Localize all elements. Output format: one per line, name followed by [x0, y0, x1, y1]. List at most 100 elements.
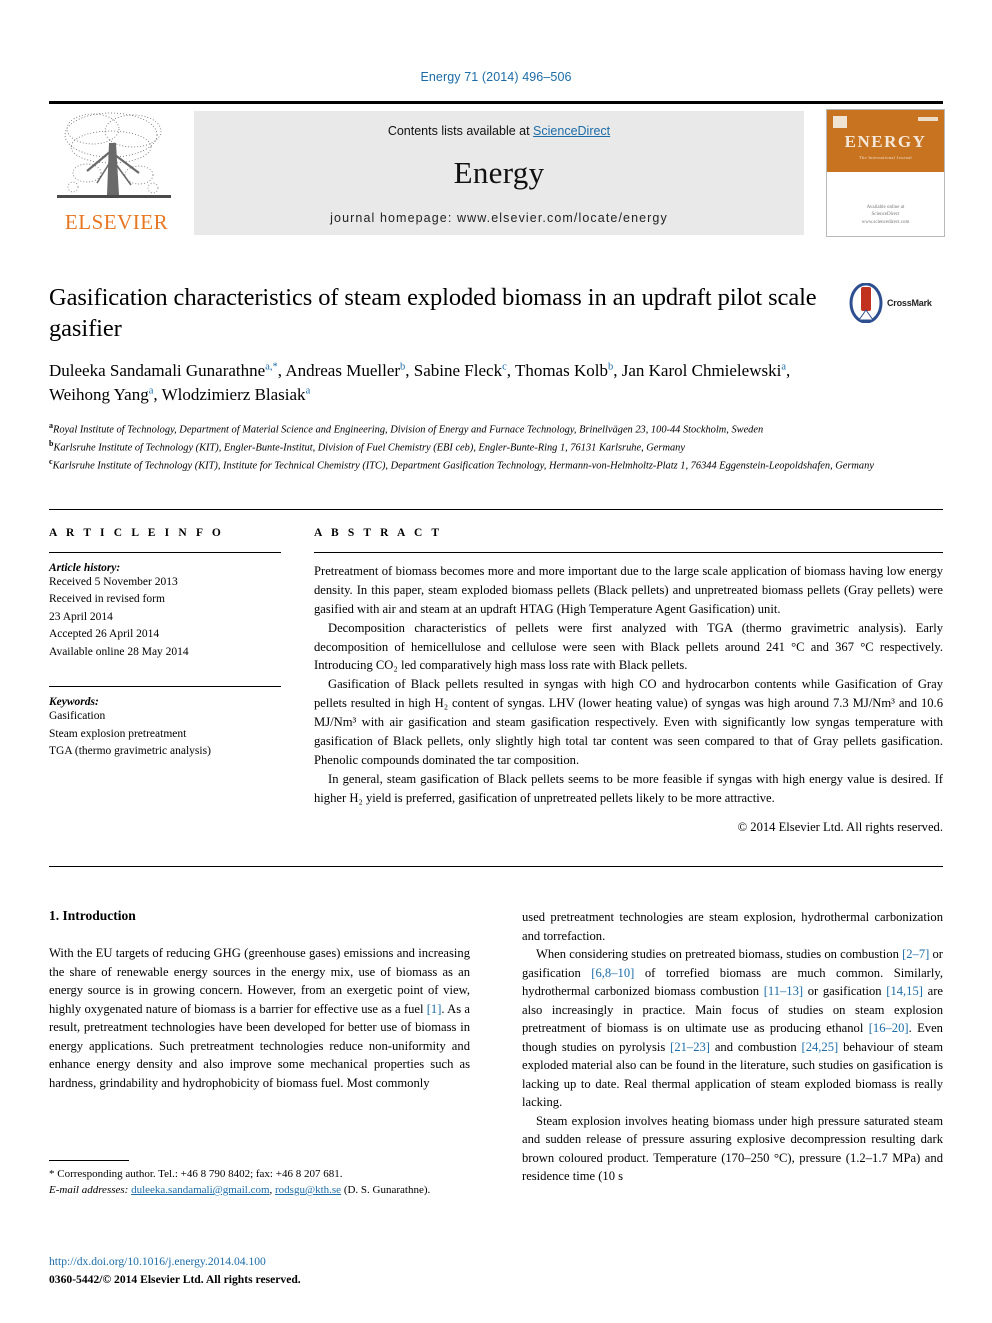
keywords-divider [49, 686, 281, 688]
elsevier-logo: ELSEVIER [49, 109, 184, 235]
cover-barcode-icon [918, 117, 938, 121]
cover-masthead-icon [833, 116, 847, 128]
body-paragraph: used pretreatment technologies are steam… [522, 910, 943, 943]
abstract-paragraph: Gasification of Black pellets resulted i… [314, 677, 943, 767]
author-list: Duleeka Sandamali Gunarathnea,*, Andreas… [49, 360, 791, 405]
abstract-paragraph: Decomposition characteristics of pellets… [314, 620, 943, 673]
tree-drawing [57, 112, 171, 198]
affiliation-text: Karlsruhe Institute of Technology (KIT),… [52, 460, 874, 472]
section-heading-introduction: 1. Introduction [49, 908, 136, 923]
author-marks: a [305, 385, 311, 397]
info-abstract-top-rule [49, 509, 943, 510]
history-item: Received 5 November 2013 [49, 576, 178, 588]
author-marks: a [781, 361, 786, 373]
author-marks: a,* [265, 361, 278, 373]
affiliation-text: Royal Institute of Technology, Departmen… [53, 424, 764, 436]
journal-contents-box: Contents lists available at ScienceDirec… [194, 111, 804, 235]
footnote-block: * Corresponding author. Tel.: +46 8 790 … [49, 1160, 470, 1199]
body-column-right: used pretreatment technologies are steam… [522, 908, 943, 1186]
citation-ref[interactable]: [24,25] [802, 1040, 839, 1054]
footnote-rule [49, 1160, 129, 1161]
author-item: Weihong Yanga [49, 385, 153, 404]
citation-ref[interactable]: [11–13] [764, 984, 803, 998]
article-info-divider [49, 552, 281, 553]
citation-ref[interactable]: [1] [427, 1002, 442, 1016]
author-name: Weihong Yang [49, 385, 149, 405]
body-top-rule [49, 866, 943, 867]
crossmark-icon [849, 283, 883, 323]
author-name: Sabine Fleck [413, 360, 503, 380]
email-owner: (D. S. Gunarathne). [343, 1183, 431, 1196]
author-marks: b [400, 361, 406, 373]
email-addresses-note: E-mail addresses: duleeka.sandamali@gmai… [49, 1183, 431, 1196]
journal-homepage-link[interactable]: journal homepage: www.elsevier.com/locat… [194, 211, 804, 225]
keywords-label: Keywords: [49, 696, 99, 709]
body-column-left: 1. Introduction With the EU targets of r… [49, 908, 470, 1092]
email-link-primary[interactable]: duleeka.sandamali@gmail.com [131, 1184, 269, 1196]
affiliation-list: aRoyal Institute of Technology, Departme… [49, 420, 929, 475]
cover-credit-line2: ScienceDirect [871, 212, 900, 217]
journal-name: Energy [453, 155, 545, 190]
author-name: Duleeka Sandamali Gunarathne [49, 360, 266, 380]
history-item: Available online 28 May 2014 [49, 645, 189, 658]
keyword-item: TGA (thermo gravimetric analysis) [49, 745, 211, 758]
crossmark-label: CrossMark [887, 298, 932, 308]
body-columns: 1. Introduction With the EU targets of r… [49, 908, 943, 1298]
abstract-copyright: © 2014 Elsevier Ltd. All rights reserved… [737, 819, 943, 834]
journal-cover-thumbnail[interactable]: ENERGY The International Journal Availab… [826, 109, 945, 237]
author-name: Jan Karol Chmielewski [621, 360, 782, 380]
doi-link[interactable]: http://dx.doi.org/10.1016/j.energy.2014.… [49, 1253, 549, 1271]
author-name: Wlodzimierz Blasiak [161, 385, 306, 405]
elsevier-tree-icon [53, 109, 175, 206]
sciencedirect-link[interactable]: ScienceDirect [533, 124, 610, 138]
article-history-list: Received 5 November 2013 Received in rev… [49, 574, 281, 661]
body-paragraph: With the EU targets of reducing GHG (gre… [49, 946, 470, 1090]
cover-journal-subtitle: The International Journal [859, 155, 912, 160]
email-label: E-mail addresses: [49, 1183, 129, 1196]
abstract-paragraph: Pretreatment of biomass becomes more and… [314, 564, 943, 616]
author-item: Wlodzimierz Blasiaka [162, 385, 311, 404]
author-item: Sabine Fleckc [414, 361, 507, 380]
abstract-heading: A B S T R A C T [314, 527, 443, 539]
citation-ref[interactable]: [14,15] [886, 984, 923, 998]
affiliation-text: Karlsruhe Institute of Technology (KIT),… [53, 442, 685, 454]
affiliation-item: cKarlsruhe Institute of Technology (KIT)… [49, 456, 929, 474]
abstract-divider [314, 552, 943, 553]
citation-ref[interactable]: [6,8–10] [591, 966, 634, 980]
email-link-secondary[interactable]: rodsgu@kth.se [275, 1184, 341, 1196]
keyword-item: Gasification [49, 710, 106, 723]
history-item: Accepted 26 April 2014 [49, 628, 160, 641]
author-marks: c [502, 361, 507, 373]
article-info-heading: A R T I C L E I N F O [49, 527, 224, 539]
abstract-column: A B S T R A C T Pretreatment of biomass … [314, 527, 943, 835]
body-paragraph: When considering studies on pretreated b… [522, 947, 944, 1109]
cover-top-panel: ENERGY The International Journal [827, 110, 944, 172]
citation-ref[interactable]: [16–20] [869, 1021, 909, 1035]
keyword-item: Steam explosion pretreatment [49, 727, 187, 740]
author-name: Andreas Mueller [285, 360, 401, 380]
author-item: Thomas Kolbb [515, 361, 613, 380]
author-item: Andreas Muellerb [285, 361, 405, 380]
running-head: Energy 71 (2014) 496–506 [420, 70, 572, 84]
history-item: Received in revised form [49, 593, 165, 606]
cover-sciencedirect-credit: Available online at ScienceDirect www.sc… [827, 204, 944, 227]
author-marks: a [148, 385, 154, 397]
header-top-rule [49, 101, 943, 104]
contents-prefix: Contents lists available at [387, 124, 534, 138]
cover-credit-line1: Available online at [866, 204, 905, 210]
author-name: Thomas Kolb [514, 360, 608, 380]
article-page: Energy 71 (2014) 496–506 ELSEVIER Conten… [0, 0, 992, 1323]
keywords-block: Keywords: Gasification Steam explosion p… [49, 686, 281, 760]
citation-ref[interactable]: [21–23] [670, 1040, 710, 1054]
contents-available-line: Contents lists available at ScienceDirec… [194, 111, 804, 138]
crossmark-badge[interactable]: CrossMark [849, 283, 943, 327]
article-info-column: A R T I C L E I N F O Article history: R… [49, 527, 281, 761]
citation-ref[interactable]: [2–7] [902, 947, 929, 961]
keywords-list: Gasification Steam explosion pretreatmen… [49, 708, 281, 760]
abstract-paragraph: In general, steam gasification of Black … [314, 771, 943, 805]
article-title: Gasification characteristics of steam ex… [49, 284, 817, 342]
author-item: Duleeka Sandamali Gunarathnea,* [49, 361, 278, 380]
author-item: Jan Karol Chmielewskia [622, 361, 786, 380]
doi-footer: http://dx.doi.org/10.1016/j.energy.2014.… [49, 1253, 549, 1289]
issn-copyright: 0360-5442/© 2014 Elsevier Ltd. All right… [49, 1272, 301, 1286]
